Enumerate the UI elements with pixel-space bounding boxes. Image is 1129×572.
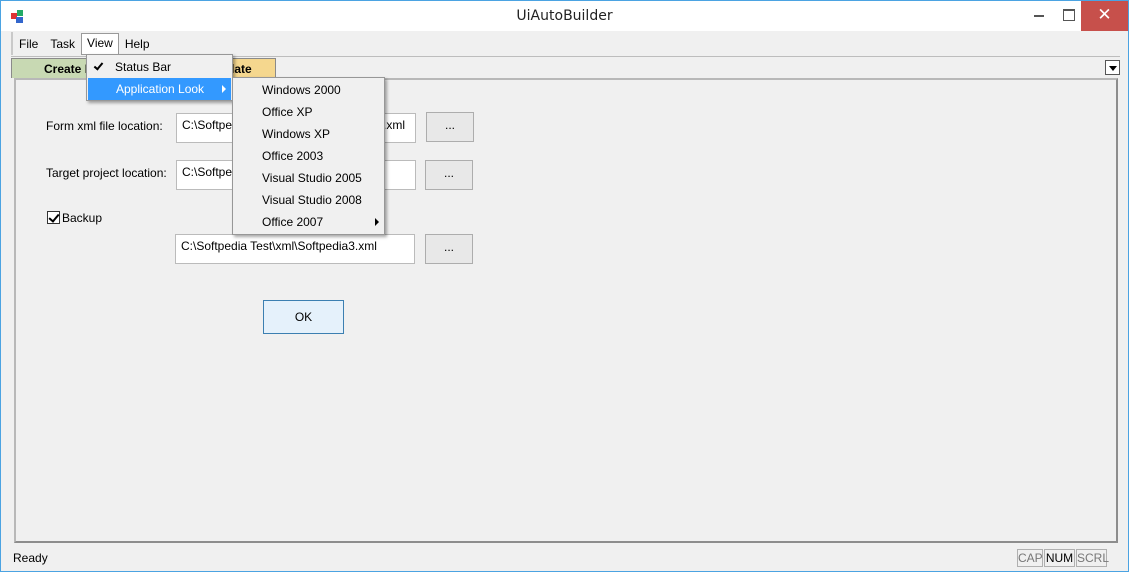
backup-label: Backup <box>62 211 103 225</box>
backup-location-field[interactable]: C:\Softpedia Test\xml\Softpedia3.xml <box>175 234 415 264</box>
menu-item-windows-xp[interactable]: Windows XP <box>233 123 384 145</box>
menu-item-visual-studio-2008[interactable]: Visual Studio 2008 <box>233 189 384 211</box>
status-text: Ready <box>13 551 48 565</box>
browse-backup-button[interactable]: ... <box>425 234 473 264</box>
menu-bar: File Task View Help <box>11 32 1120 55</box>
browse-target-button[interactable]: ... <box>425 160 473 190</box>
form-panel: Form xml file location: C:\Softpe .xml .… <box>14 78 1118 543</box>
num-indicator: NUM <box>1044 549 1075 567</box>
target-location-value: C:\Softpe <box>182 165 233 179</box>
cap-indicator: CAP <box>1017 549 1043 567</box>
dropdown-arrow-icon[interactable] <box>1105 60 1120 75</box>
window-title: UiAutoBuilder <box>516 8 613 24</box>
target-location-label: Target project location: <box>46 166 167 180</box>
xml-location-label: Form xml file location: <box>46 119 163 133</box>
xml-location-value-start: C:\Softpe <box>182 118 233 132</box>
menu-item-office-xp[interactable]: Office XP <box>233 101 384 123</box>
menu-task[interactable]: Task <box>44 34 81 54</box>
browse-xml-button[interactable]: ... <box>426 112 474 142</box>
application-look-menu: Windows 2000 Office XP Windows XP Office… <box>232 77 385 235</box>
checkmark-icon <box>93 60 104 71</box>
view-menu: Status Bar Application Look <box>86 54 233 101</box>
title-bar: UiAutoBuilder ✕ <box>1 1 1128 31</box>
menu-item-label: Application Look <box>116 82 205 96</box>
ok-button[interactable]: OK <box>263 300 344 334</box>
menu-help[interactable]: Help <box>119 34 156 54</box>
close-button[interactable]: ✕ <box>1081 1 1128 31</box>
menu-item-visual-studio-2005[interactable]: Visual Studio 2005 <box>233 167 384 189</box>
menu-view[interactable]: View <box>81 32 119 55</box>
menu-item-label: Status Bar <box>115 60 172 74</box>
status-bar: Ready CAP NUM SCRL <box>1 546 1128 571</box>
menu-item-label: Office 2007 <box>262 215 324 229</box>
scrl-indicator: SCRL <box>1076 549 1110 567</box>
menu-file[interactable]: File <box>13 34 44 54</box>
menu-item-office-2003[interactable]: Office 2003 <box>233 145 384 167</box>
menu-item-status-bar[interactable]: Status Bar <box>87 56 232 78</box>
backup-location-value: C:\Softpedia Test\xml\Softpedia3.xml <box>181 239 377 253</box>
submenu-arrow-icon <box>222 85 226 93</box>
close-icon: ✕ <box>1097 5 1112 25</box>
menu-item-windows-2000[interactable]: Windows 2000 <box>233 79 384 101</box>
xml-location-value-end: .xml <box>383 118 405 132</box>
app-window: UiAutoBuilder ✕ File Task View Help Crea… <box>0 0 1129 572</box>
menu-item-office-2007[interactable]: Office 2007 <box>233 211 384 233</box>
maximize-icon[interactable] <box>1051 1 1085 31</box>
submenu-arrow-icon <box>375 218 379 226</box>
backup-checkbox[interactable] <box>47 211 60 224</box>
minimize-icon[interactable] <box>1021 1 1055 31</box>
menu-item-application-look[interactable]: Application Look <box>88 78 231 100</box>
